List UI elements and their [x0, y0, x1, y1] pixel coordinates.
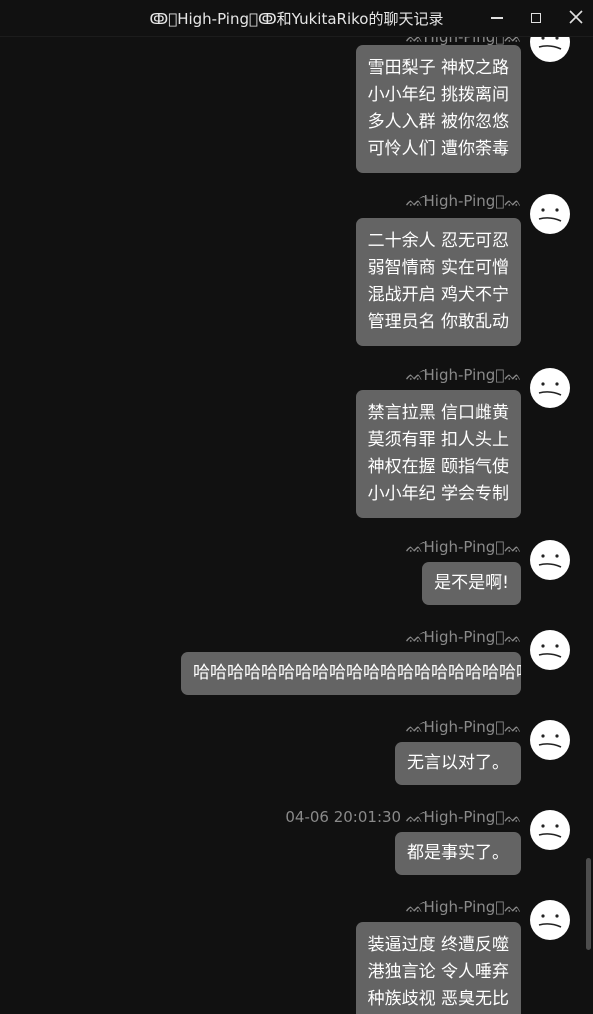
- message-bubble[interactable]: 雪田梨子 神权之路 小小年纪 挑拨离间 多人入群 被你忽悠 可怜人们 遭你荼毒: [355, 45, 521, 173]
- maximize-button[interactable]: [519, 4, 553, 32]
- message-meta: ᨐ᷍High-Ping᷍ᨐ: [406, 538, 522, 556]
- avatar[interactable]: [530, 630, 570, 670]
- message-line: 港独言论 令人唾弃: [367, 962, 509, 982]
- message-sender: ᨐ᷍High-Ping᷍ᨐ: [405, 718, 522, 736]
- message-line: 都是事实了。: [407, 843, 509, 863]
- message-line: 哈哈哈哈哈哈哈哈哈哈哈哈哈哈哈哈哈哈哈哈: [193, 663, 521, 683]
- message-meta: ᨐ᷍High-Ping᷍ᨐ: [406, 192, 522, 210]
- message-meta: ᨐ᷍High-Ping᷍ᨐ: [406, 628, 522, 646]
- avatar[interactable]: [530, 900, 570, 940]
- face-icon: [538, 554, 562, 568]
- message-line: 莫须有罪 扣人头上: [367, 430, 509, 450]
- message-meta: ᨐ᷍High-Ping᷍ᨐ: [406, 366, 522, 384]
- face-icon: [538, 734, 562, 748]
- face-icon: [538, 824, 562, 838]
- face-icon: [538, 36, 562, 50]
- message-line: 无言以对了。: [407, 753, 509, 773]
- minimize-icon: [491, 17, 503, 19]
- face-icon: [538, 914, 562, 928]
- message-line: 种族歧视 恶臭无比: [367, 989, 509, 1009]
- message-line: 可怜人们 遭你荼毒: [367, 139, 509, 159]
- message-sender: ᨐ᷍High-Ping᷍ᨐ: [405, 366, 522, 384]
- avatar[interactable]: [530, 810, 570, 850]
- message-line: 小小年纪 学会专制: [367, 484, 509, 504]
- avatar[interactable]: [530, 36, 570, 62]
- message-bubble[interactable]: 装逼过度 终遭反噬 港独言论 令人唾弃 种族歧视 恶臭无比: [355, 922, 521, 1014]
- chat-history[interactable]: ᨐ᷍High-Ping᷍ᨐ 雪田梨子 神权之路 小小年纪 挑拨离间 多人入群 被…: [0, 36, 593, 1014]
- message-sender: ᨐ᷍High-Ping᷍ᨐ: [405, 808, 522, 826]
- avatar[interactable]: [530, 540, 570, 580]
- face-icon: [538, 644, 562, 658]
- avatar[interactable]: [530, 368, 570, 408]
- message-bubble[interactable]: 二十余人 忍无可忍 弱智情商 实在可憎 混战开启 鸡犬不宁 管理员名 你敢乱动: [355, 218, 521, 346]
- avatar[interactable]: [530, 720, 570, 760]
- message-time: 04-06 20:01:30: [285, 808, 402, 826]
- message-line: 二十余人 忍无可忍: [367, 231, 509, 251]
- message-bubble[interactable]: 禁言拉黑 信口雌黄 莫须有罪 扣人头上 神权在握 颐指气使 小小年纪 学会专制: [355, 390, 521, 518]
- scrollbar-thumb[interactable]: [586, 858, 591, 950]
- message-sender: ᨐ᷍High-Ping᷍ᨐ: [405, 192, 522, 210]
- close-button[interactable]: [559, 4, 593, 32]
- message-meta: ᨐ᷍High-Ping᷍ᨐ: [406, 898, 522, 916]
- message-line: 多人入群 被你忽悠: [367, 112, 509, 132]
- message-line: 雪田梨子 神权之路: [367, 58, 509, 78]
- close-icon: [569, 9, 583, 28]
- face-icon: [538, 382, 562, 396]
- face-icon: [538, 208, 562, 222]
- message-line: 是不是啊!: [434, 573, 509, 593]
- message-line: 神权在握 颐指气使: [367, 457, 509, 477]
- minimize-button[interactable]: [480, 4, 514, 32]
- message-bubble[interactable]: 哈哈哈哈哈哈哈哈哈哈哈哈哈哈哈哈哈哈哈哈: [181, 652, 521, 695]
- message-meta: 04-06 20:01:30 ᨐ᷍High-Ping᷍ᨐ: [285, 808, 522, 826]
- message-sender: ᨐ᷍High-Ping᷍ᨐ: [405, 628, 522, 646]
- message-sender: ᨐ᷍High-Ping᷍ᨐ: [405, 538, 522, 556]
- message-sender: ᨐ᷍High-Ping᷍ᨐ: [405, 898, 522, 916]
- message-line: 装逼过度 终遭反噬: [367, 935, 509, 955]
- message-line: 管理员名 你敢乱动: [367, 312, 509, 332]
- avatar[interactable]: [530, 194, 570, 234]
- message-bubble[interactable]: 是不是啊!: [422, 562, 521, 605]
- message-line: 弱智情商 实在可憎: [367, 258, 509, 278]
- message-line: 混战开启 鸡犬不宁: [367, 285, 509, 305]
- maximize-icon: [531, 13, 541, 23]
- message-line: 小小年纪 挑拨离间: [367, 85, 509, 105]
- title-bar[interactable]: ↂ᷍High-Ping᷍ↂ和YukitaRiko的聊天记录: [0, 0, 593, 37]
- message-bubble[interactable]: 都是事实了。: [395, 832, 521, 875]
- message-line: 禁言拉黑 信口雌黄: [367, 403, 509, 423]
- message-bubble[interactable]: 无言以对了。: [395, 742, 521, 785]
- message-meta: ᨐ᷍High-Ping᷍ᨐ: [406, 718, 522, 736]
